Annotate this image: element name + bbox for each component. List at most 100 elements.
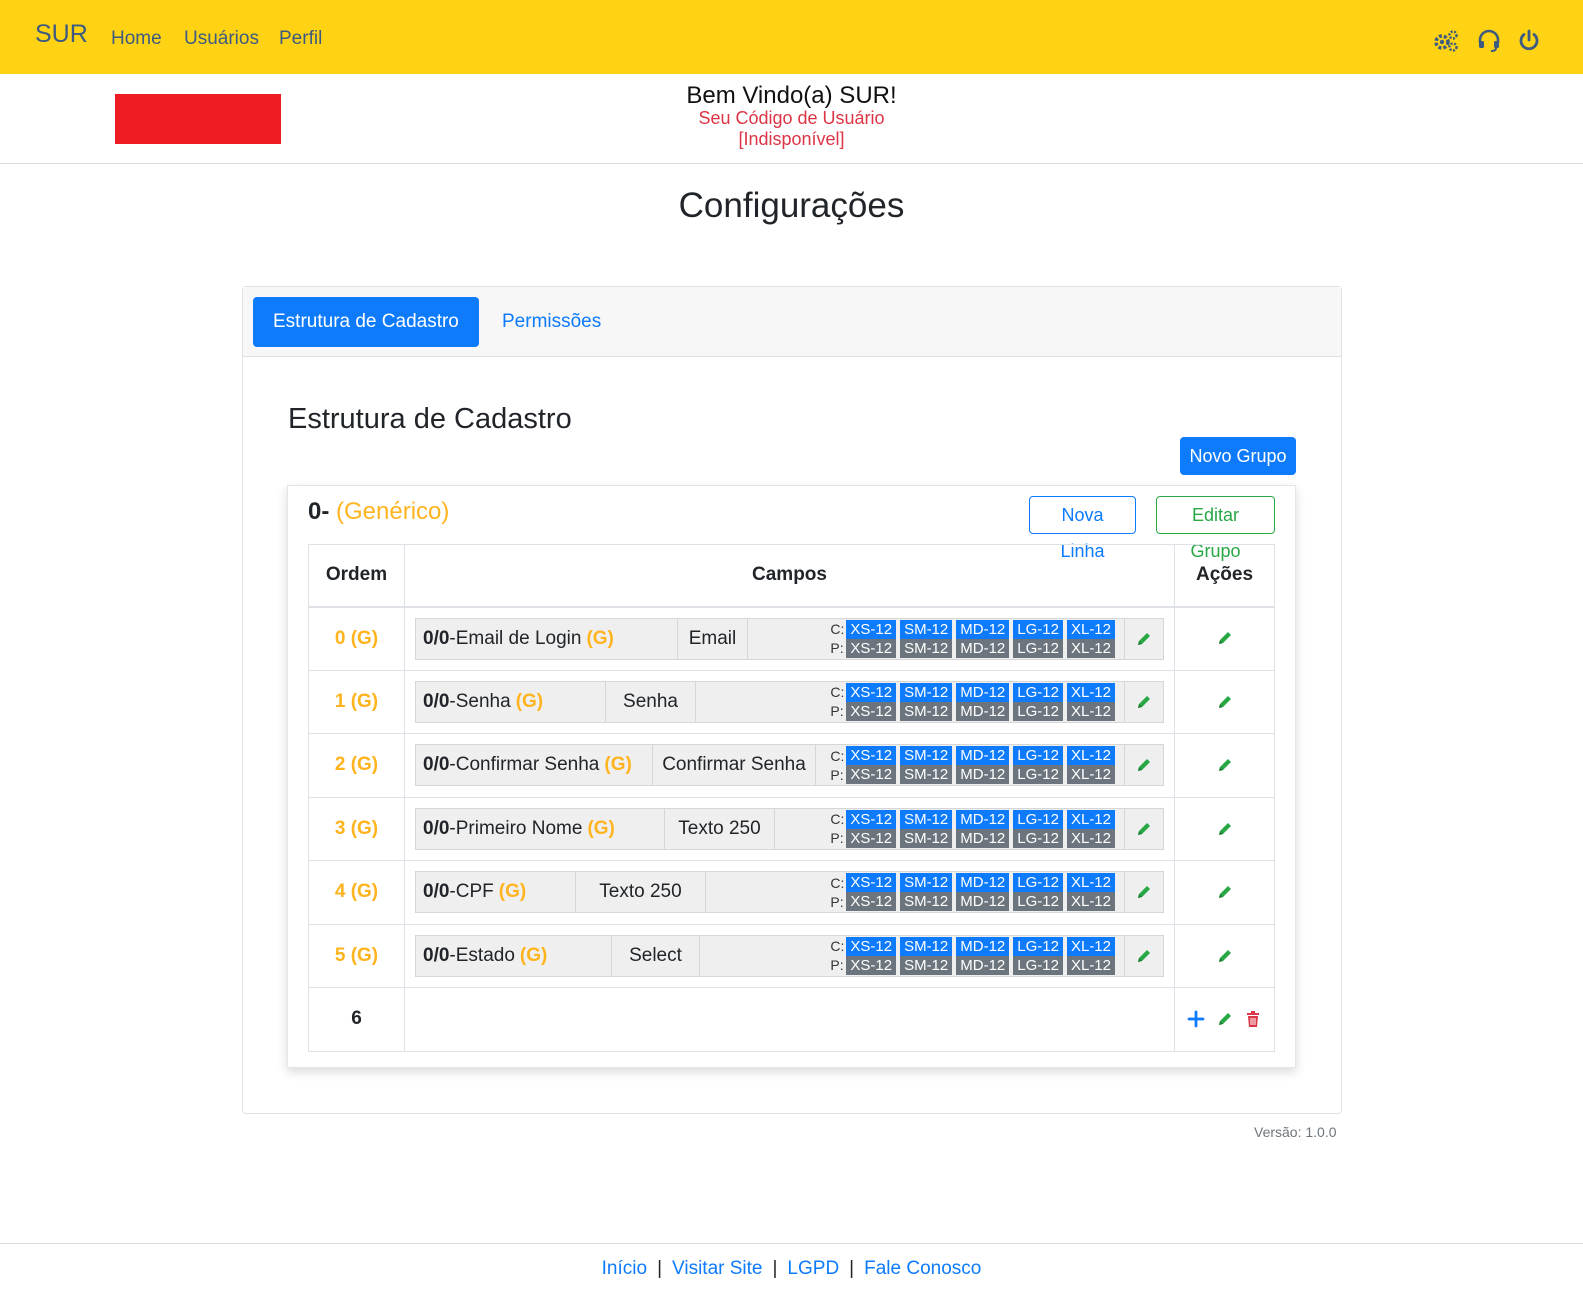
size-badge: XS-12 <box>846 638 897 658</box>
sizes-row-p: P: XS-12 SM-12 MD-12 LG-12 XL-12 <box>830 701 1119 721</box>
field-flag: (G) <box>498 881 527 903</box>
footer-separator: | <box>657 1258 663 1279</box>
nav-link-home[interactable]: Home <box>111 28 162 50</box>
table-row: 6 <box>308 987 1275 1052</box>
size-badge: XS-12 <box>846 619 897 639</box>
sizes-row-c: C: XS-12 SM-12 MD-12 LG-12 XL-12 <box>830 746 1119 766</box>
size-badge: MD-12 <box>956 892 1010 912</box>
pencil-icon[interactable] <box>1135 947 1153 965</box>
plus-icon[interactable] <box>1187 1010 1205 1028</box>
field-type: Confirmar Senha <box>653 745 816 786</box>
field-item: 0/0 -Estado (G) Select C: XS-12 SM-12 MD-12 LG… <box>415 934 1164 977</box>
sizes-label-c: C: <box>830 684 845 701</box>
user-code-caption: Seu Código de Usuário <box>698 108 885 128</box>
nav-link-usuarios[interactable]: Usuários <box>184 28 259 50</box>
sizes-row-p: P: XS-12 SM-12 MD-12 LG-12 XL-12 <box>830 765 1119 785</box>
trash-icon[interactable] <box>1244 1010 1262 1028</box>
sizes-label-p: P: <box>830 703 844 720</box>
size-badge: MD-12 <box>956 682 1010 702</box>
pencil-icon[interactable] <box>1135 693 1153 711</box>
size-badge: LG-12 <box>1013 619 1063 639</box>
field-name: 0/0 -Estado (G) <box>416 935 612 976</box>
group-title: 0- (Genérico) <box>308 498 449 526</box>
size-badge: MD-12 <box>956 746 1010 766</box>
field-sizes: C: XS-12 SM-12 MD-12 LG-12 XL-12 P: XS-12 SM-12… <box>775 808 1125 849</box>
size-badge: SM-12 <box>900 638 953 658</box>
field-sizes: C: XS-12 SM-12 MD-12 LG-12 XL-12 P: XS-12 SM-12… <box>816 745 1125 786</box>
size-badge: SM-12 <box>900 892 953 912</box>
size-badge: XL-12 <box>1066 746 1115 766</box>
footer-separator: | <box>772 1258 778 1279</box>
campos-cell: 0/0 -Senha (G) Senha C: XS-12 SM-12 MD-12 LG-1… <box>404 669 1175 734</box>
pencil-icon[interactable] <box>1216 629 1234 647</box>
pencil-icon[interactable] <box>1216 756 1234 774</box>
ordem-cell: 0 (G) <box>308 606 405 671</box>
footer-link-fale-conosco[interactable]: Fale Conosco <box>864 1258 981 1279</box>
size-badge: SM-12 <box>900 765 953 785</box>
user-code-value: [Indisponível] <box>738 129 845 149</box>
footer-link-lgpd[interactable]: LGPD <box>787 1258 839 1279</box>
size-badge: LG-12 <box>1013 765 1063 785</box>
pencil-icon[interactable] <box>1216 1010 1234 1028</box>
field-sizes: C: XS-12 SM-12 MD-12 LG-12 XL-12 P: XS-12 SM-12… <box>700 935 1125 976</box>
size-badge: XL-12 <box>1066 682 1115 702</box>
field-prefix: 0/0 <box>423 881 450 903</box>
size-badge: SM-12 <box>900 682 953 702</box>
pencil-icon[interactable] <box>1216 693 1234 711</box>
size-badge: LG-12 <box>1013 873 1063 893</box>
field-label: -Primeiro Nome <box>449 817 583 839</box>
column-header-ordem: Ordem <box>308 544 405 608</box>
size-badge: LG-12 <box>1013 701 1063 721</box>
power-icon[interactable] <box>1517 29 1543 55</box>
field-flag: (G) <box>604 754 632 776</box>
field-type: Select <box>612 935 700 976</box>
table-row: 5 (G) 0/0 -Estado (G) Select C: XS-12 SM-12 M… <box>308 923 1275 988</box>
size-badge: XL-12 <box>1066 619 1115 639</box>
size-badge: SM-12 <box>900 936 953 956</box>
field-label: -CPF <box>449 881 494 903</box>
pencil-icon[interactable] <box>1135 820 1153 838</box>
nav-link-perfil[interactable]: Perfil <box>279 28 322 50</box>
field-name: 0/0 -Email de Login (G) <box>416 618 678 659</box>
size-badge: XL-12 <box>1066 936 1115 956</box>
tab-permissoes[interactable]: Permissões <box>482 297 621 347</box>
size-badge: XL-12 <box>1066 701 1115 721</box>
new-line-button[interactable]: Nova Linha <box>1029 496 1136 561</box>
pencil-icon[interactable] <box>1216 883 1234 901</box>
size-badge: XL-12 <box>1066 809 1115 829</box>
pencil-icon[interactable] <box>1216 947 1234 965</box>
size-badge: MD-12 <box>956 701 1010 721</box>
sizes-label-p: P: <box>830 766 844 783</box>
sizes-label-p: P: <box>830 830 844 847</box>
size-badge: XS-12 <box>846 809 897 829</box>
size-badge: LG-12 <box>1013 892 1063 912</box>
pencil-icon[interactable] <box>1135 883 1153 901</box>
field-edit <box>1125 745 1163 785</box>
pencil-icon[interactable] <box>1135 630 1153 648</box>
size-badge: XL-12 <box>1066 873 1115 893</box>
acoes-cell <box>1174 669 1275 734</box>
field-name: 0/0 -CPF (G) <box>416 872 576 913</box>
tab-estrutura-de-cadastro[interactable]: Estrutura de Cadastro <box>253 297 479 347</box>
pencil-icon[interactable] <box>1216 820 1234 838</box>
sizes-label-p: P: <box>830 893 844 910</box>
table-row: 0 (G) 0/0 -Email de Login (G) Email C: XS-1… <box>308 606 1275 671</box>
acoes-cell <box>1174 923 1275 988</box>
new-group-button[interactable]: Novo Grupo <box>1180 437 1296 475</box>
footer-link-visitar-site[interactable]: Visitar Site <box>672 1258 762 1279</box>
acoes-cell <box>1174 606 1275 671</box>
campos-cell: 0/0 -Confirmar Senha (G) Confirmar Senha C… <box>404 733 1175 798</box>
campos-cell: 0/0 -CPF (G) Texto 250 C: XS-12 SM-12 MD-12 LG… <box>404 860 1175 925</box>
brand-logo[interactable]: SUR <box>35 20 88 49</box>
size-badge: LG-12 <box>1013 809 1063 829</box>
size-badge: MD-12 <box>956 955 1010 975</box>
footer-link-inicio[interactable]: Início <box>602 1258 647 1279</box>
pencil-icon[interactable] <box>1135 756 1153 774</box>
support-headset-icon[interactable] <box>1477 29 1503 55</box>
sizes-row-p: P: XS-12 SM-12 MD-12 LG-12 XL-12 <box>830 828 1119 848</box>
table-row: 4 (G) 0/0 -CPF (G) Texto 250 C: XS-12 SM-12 M… <box>308 860 1275 925</box>
settings-gears-icon[interactable] <box>1433 28 1459 54</box>
edit-group-button[interactable]: Editar Grupo <box>1156 496 1275 561</box>
field-edit <box>1125 682 1163 722</box>
field-label: -Estado <box>449 944 515 966</box>
